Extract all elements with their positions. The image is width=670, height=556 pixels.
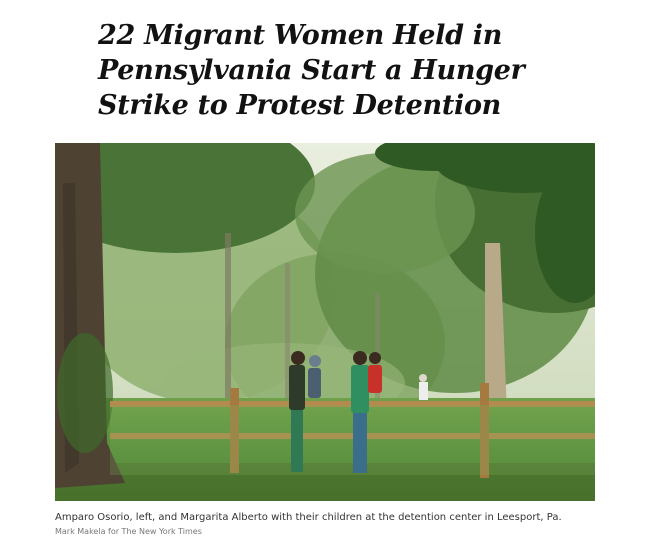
photo-caption: Amparo Osorio, left, and Margarita Alber… <box>55 512 562 523</box>
photo-credit: Mark Makela for The New York Times <box>55 527 202 536</box>
article-photo <box>55 143 595 501</box>
article-headline: 22 Migrant Women Held in Pennsylvania St… <box>98 20 525 121</box>
